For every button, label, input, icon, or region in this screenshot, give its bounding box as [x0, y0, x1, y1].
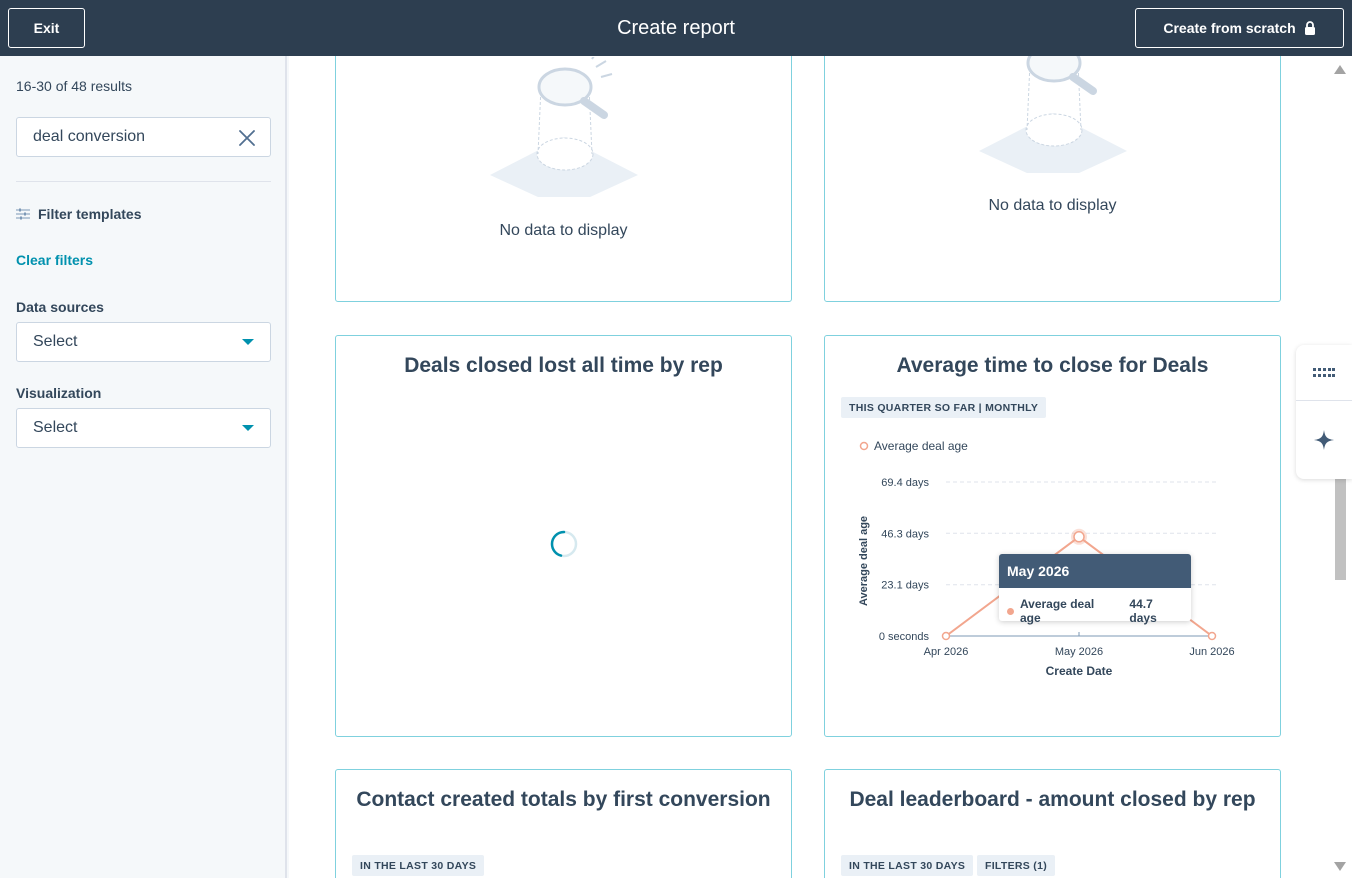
filter-templates-label: Filter templates: [38, 206, 142, 222]
card-title: Deal leaderboard - amount closed by rep: [849, 788, 1256, 811]
visualization-select[interactable]: Select: [16, 408, 271, 448]
no-data-text: No data to display: [499, 222, 628, 239]
report-card-5[interactable]: Contact created totals by first conversi…: [335, 769, 792, 878]
legend-label: Average deal age: [874, 439, 968, 453]
sidebar-divider: [16, 181, 271, 182]
x-tick-label: May 2026: [1055, 646, 1103, 658]
create-from-scratch-label: Create from scratch: [1163, 20, 1296, 36]
create-from-scratch-button[interactable]: Create from scratch: [1135, 8, 1344, 48]
data-point: [1207, 631, 1217, 641]
top-bar: Exit Create report Create from scratch: [0, 0, 1352, 56]
x-tick-label: Jun 2026: [1189, 646, 1234, 658]
report-card-6[interactable]: Deal leaderboard - amount closed by rep …: [824, 769, 1281, 878]
legend-marker: [859, 441, 869, 451]
card-title: Average time to close for Deals: [896, 354, 1209, 377]
report-card-3[interactable]: Deals closed lost all time by rep: [335, 335, 792, 737]
filter-templates[interactable]: Filter templates: [16, 206, 141, 222]
search-value: deal conversion: [33, 128, 146, 145]
data-sources-label: Data sources: [16, 299, 104, 315]
date-range-chip: THIS QUARTER SO FAR | MONTHLY: [841, 397, 1047, 418]
search-input[interactable]: deal conversion: [16, 117, 271, 157]
card-title: Deals closed lost all time by rep: [404, 354, 723, 377]
visualization-value: Select: [33, 419, 78, 436]
clear-filters-link[interactable]: Clear filters: [16, 252, 93, 268]
y-tick-label: 69.4 days: [881, 477, 929, 489]
caret-down-icon: [242, 339, 254, 345]
scroll-up-icon[interactable]: [1334, 65, 1346, 74]
tooltip-value: 44.7 days: [1129, 597, 1157, 625]
y-axis-label: Average deal age: [858, 516, 870, 606]
report-card-1[interactable]: No data to display: [335, 56, 792, 302]
sparkle-icon[interactable]: [1314, 430, 1334, 450]
visualization-label: Visualization: [16, 385, 102, 401]
sliders-icon: [16, 208, 30, 220]
side-tools-divider: [1296, 400, 1352, 401]
scrollbar-thumb[interactable]: [1335, 476, 1346, 580]
y-tick-label: 46.3 days: [881, 528, 929, 540]
filters-chip: FILTERS (1): [977, 855, 1056, 876]
data-point: [1073, 531, 1085, 543]
date-range-chip: IN THE LAST 30 DAYS: [352, 855, 485, 876]
x-tick-label: Apr 2026: [924, 646, 969, 658]
date-range-chip: IN THE LAST 30 DAYS: [841, 855, 974, 876]
tooltip-title: May 2026: [999, 554, 1191, 588]
caret-down-icon: [242, 425, 254, 431]
x-axis-label: Create Date: [1046, 664, 1113, 678]
tooltip-row: Average deal age 44.7 days: [999, 588, 1191, 634]
results-count: 16-30 of 48 results: [16, 78, 132, 94]
lock-icon: [1304, 21, 1315, 35]
side-tools-panel: [1296, 345, 1352, 479]
data-point: [941, 631, 951, 641]
report-card-2[interactable]: No data to display: [824, 56, 1281, 302]
chart-tooltip: May 2026 Average deal age 44.7 days: [999, 554, 1191, 625]
loading-spinner-icon: [550, 530, 578, 558]
magnifier-empty-icon: [490, 57, 638, 197]
tooltip-label: Average deal age: [1019, 597, 1095, 625]
keypad-icon[interactable]: [1313, 368, 1335, 378]
data-sources-value: Select: [33, 333, 78, 350]
y-tick-label: 0 seconds: [879, 631, 930, 643]
scroll-down-icon[interactable]: [1334, 862, 1346, 871]
magnifier-empty-icon: [979, 56, 1127, 173]
main-content: No data to display No data to display De…: [289, 56, 1352, 878]
sidebar: 16-30 of 48 results deal conversion Filt…: [0, 56, 287, 878]
close-icon[interactable]: [238, 129, 256, 147]
y-tick-label: 23.1 days: [881, 580, 929, 592]
tooltip-dot: [1007, 607, 1014, 615]
card-title: Contact created totals by first conversi…: [356, 788, 771, 811]
no-data-text: No data to display: [988, 197, 1117, 214]
data-sources-select[interactable]: Select: [16, 322, 271, 362]
report-card-4[interactable]: Average time to close for Deals THIS QUA…: [824, 335, 1281, 737]
